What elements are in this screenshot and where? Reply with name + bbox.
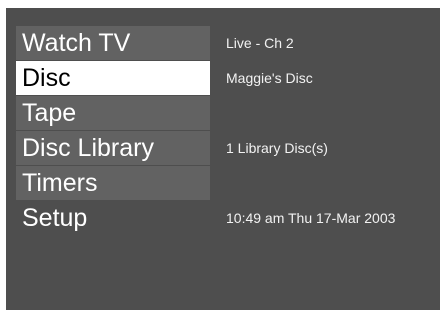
disc-library-info: 1 Library Disc(s)	[226, 140, 328, 156]
tv-menu-screen: Watch TV Disc Tape Disc Library Timers S…	[6, 8, 440, 310]
menu-item-watch-tv[interactable]: Watch TV	[16, 26, 210, 60]
menu-item-disc[interactable]: Disc	[16, 61, 210, 95]
menu-item-setup[interactable]: Setup	[16, 201, 210, 235]
menu-item-tape[interactable]: Tape	[16, 96, 210, 130]
timers-info	[226, 166, 436, 200]
clock-date-display: 10:49 am Thu 17-Mar 2003	[226, 210, 396, 226]
menu-item-disc-library[interactable]: Disc Library	[16, 131, 210, 165]
main-menu: Watch TV Disc Tape Disc Library Timers S…	[16, 26, 210, 236]
disc-info: Maggie's Disc	[226, 70, 313, 86]
watch-tv-info: Live - Ch 2	[226, 35, 294, 51]
menu-info-column: Live - Ch 2 Maggie's Disc 1 Library Disc…	[226, 26, 436, 236]
menu-item-timers[interactable]: Timers	[16, 166, 210, 200]
tape-info	[226, 96, 436, 130]
